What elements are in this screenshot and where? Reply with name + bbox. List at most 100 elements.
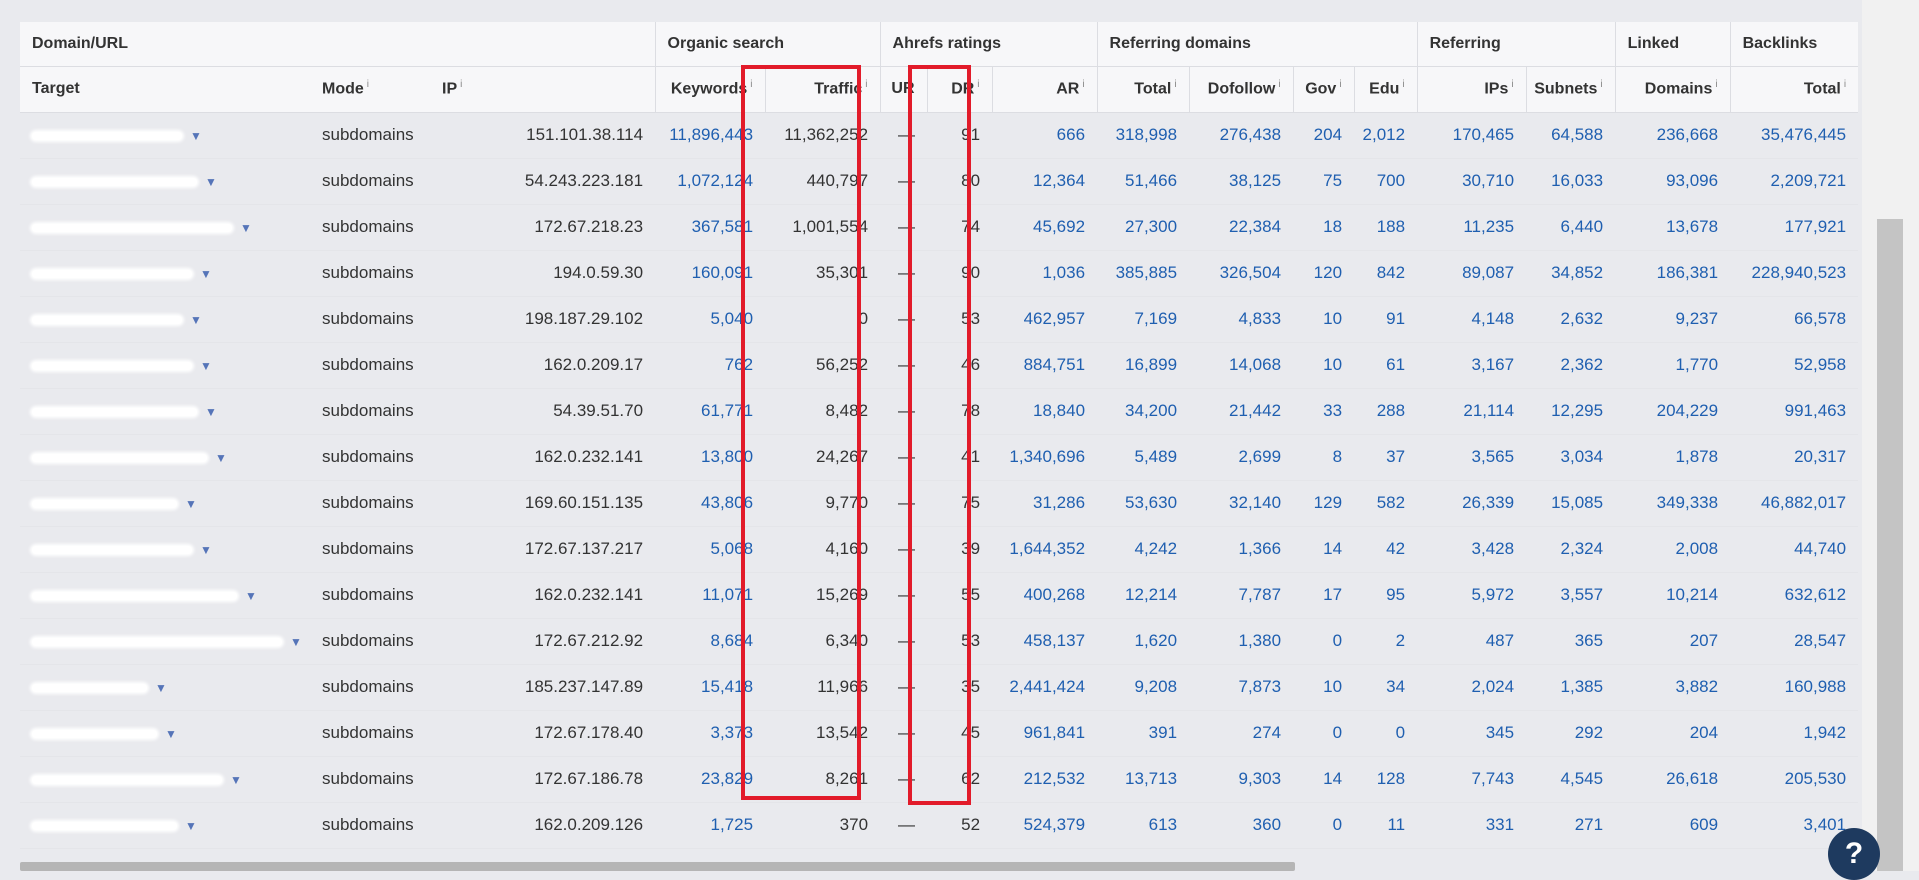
backlinks-cell[interactable]: 160,988 — [1730, 664, 1858, 711]
domains-cell[interactable]: 13,678 — [1615, 204, 1731, 251]
subnets-cell[interactable]: 2,324 — [1526, 526, 1616, 573]
info-icon[interactable]: i — [1082, 79, 1084, 90]
info-icon[interactable]: i — [1174, 79, 1176, 90]
subnets-cell[interactable]: 2,362 — [1526, 342, 1616, 389]
ips-cell[interactable]: 30,710 — [1417, 158, 1527, 205]
target-cell[interactable]: ▼ — [20, 158, 310, 205]
domains-cell[interactable]: 1,770 — [1615, 342, 1731, 389]
col-header-ar[interactable]: AR i — [991, 66, 1098, 113]
target-cell[interactable]: ▼ — [20, 112, 310, 159]
backlinks-cell[interactable]: 1,942 — [1730, 710, 1858, 757]
ar-cell[interactable]: 1,644,352 — [992, 526, 1098, 573]
ar-cell[interactable]: 1,340,696 — [992, 434, 1098, 481]
gov-cell[interactable]: 18 — [1293, 204, 1355, 251]
redacted-target-url[interactable] — [32, 177, 197, 186]
target-cell[interactable]: ▼ — [20, 618, 310, 665]
info-icon[interactable]: i — [1844, 79, 1846, 90]
backlinks-cell[interactable]: 46,882,017 — [1730, 480, 1858, 527]
total-cell[interactable]: 318,998 — [1097, 112, 1190, 159]
keywords-cell[interactable]: 762 — [655, 342, 766, 389]
redacted-target-url[interactable] — [32, 545, 192, 554]
redacted-target-url[interactable] — [32, 683, 147, 692]
dofollow-cell[interactable]: 1,366 — [1189, 526, 1294, 573]
backlinks-cell[interactable]: 28,547 — [1730, 618, 1858, 665]
edu-cell[interactable]: 700 — [1354, 158, 1418, 205]
domains-cell[interactable]: 349,338 — [1615, 480, 1731, 527]
domains-cell[interactable]: 26,618 — [1615, 756, 1731, 803]
keywords-cell[interactable]: 5,040 — [655, 296, 766, 343]
col-header-ur[interactable]: UR — [879, 66, 928, 113]
dofollow-cell[interactable]: 274 — [1189, 710, 1294, 757]
edu-cell[interactable]: 2,012 — [1354, 112, 1418, 159]
keywords-cell[interactable]: 61,771 — [655, 388, 766, 435]
col-header-gov[interactable]: Gov i — [1292, 66, 1355, 113]
backlinks-cell[interactable]: 205,530 — [1730, 756, 1858, 803]
edu-cell[interactable]: 842 — [1354, 250, 1418, 297]
edu-cell[interactable]: 0 — [1354, 710, 1418, 757]
subnets-cell[interactable]: 365 — [1526, 618, 1616, 665]
dropdown-arrow-icon[interactable]: ▼ — [165, 727, 177, 741]
subnets-cell[interactable]: 6,440 — [1526, 204, 1616, 251]
col-header-domains[interactable]: Domains i — [1614, 66, 1731, 113]
dofollow-cell[interactable]: 7,787 — [1189, 572, 1294, 619]
col-header-traffic[interactable]: Traffic i — [764, 66, 881, 113]
total-cell[interactable]: 613 — [1097, 802, 1190, 849]
total-cell[interactable]: 13,713 — [1097, 756, 1190, 803]
ar-cell[interactable]: 1,036 — [992, 250, 1098, 297]
edu-cell[interactable]: 2 — [1354, 618, 1418, 665]
redacted-target-url[interactable] — [32, 453, 207, 462]
info-icon[interactable]: i — [1402, 79, 1404, 90]
redacted-target-url[interactable] — [32, 223, 232, 232]
dofollow-cell[interactable]: 1,380 — [1189, 618, 1294, 665]
col-header-ip[interactable]: IP i — [430, 66, 656, 113]
redacted-target-url[interactable] — [32, 729, 157, 738]
target-cell[interactable]: ▼ — [20, 296, 310, 343]
domains-cell[interactable]: 2,008 — [1615, 526, 1731, 573]
redacted-target-url[interactable] — [32, 499, 177, 508]
gov-cell[interactable]: 33 — [1293, 388, 1355, 435]
dropdown-arrow-icon[interactable]: ▼ — [185, 819, 197, 833]
gov-cell[interactable]: 10 — [1293, 664, 1355, 711]
ips-cell[interactable]: 3,167 — [1417, 342, 1527, 389]
dofollow-cell[interactable]: 276,438 — [1189, 112, 1294, 159]
ips-cell[interactable]: 170,465 — [1417, 112, 1527, 159]
dofollow-cell[interactable]: 9,303 — [1189, 756, 1294, 803]
backlinks-cell[interactable]: 44,740 — [1730, 526, 1858, 573]
redacted-target-url[interactable] — [32, 131, 182, 140]
edu-cell[interactable]: 11 — [1354, 802, 1418, 849]
gov-cell[interactable]: 120 — [1293, 250, 1355, 297]
info-icon[interactable]: i — [977, 79, 979, 90]
subnets-cell[interactable]: 34,852 — [1526, 250, 1616, 297]
edu-cell[interactable]: 95 — [1354, 572, 1418, 619]
redacted-target-url[interactable] — [32, 269, 192, 278]
total-cell[interactable]: 5,489 — [1097, 434, 1190, 481]
info-icon[interactable]: i — [865, 79, 867, 90]
dofollow-cell[interactable]: 4,833 — [1189, 296, 1294, 343]
gov-cell[interactable]: 0 — [1293, 618, 1355, 665]
info-icon[interactable]: i — [1600, 79, 1602, 90]
target-cell[interactable]: ▼ — [20, 342, 310, 389]
edu-cell[interactable]: 188 — [1354, 204, 1418, 251]
col-header-backlinks-total[interactable]: Total i — [1729, 66, 1858, 113]
redacted-target-url[interactable] — [32, 361, 192, 370]
total-cell[interactable]: 12,214 — [1097, 572, 1190, 619]
ips-cell[interactable]: 3,565 — [1417, 434, 1527, 481]
ar-cell[interactable]: 18,840 — [992, 388, 1098, 435]
backlinks-cell[interactable]: 632,612 — [1730, 572, 1858, 619]
domains-cell[interactable]: 1,878 — [1615, 434, 1731, 481]
ips-cell[interactable]: 5,972 — [1417, 572, 1527, 619]
gov-cell[interactable]: 8 — [1293, 434, 1355, 481]
domains-cell[interactable]: 9,237 — [1615, 296, 1731, 343]
target-cell[interactable]: ▼ — [20, 802, 310, 849]
info-icon[interactable]: i — [750, 79, 752, 90]
subnets-cell[interactable]: 292 — [1526, 710, 1616, 757]
edu-cell[interactable]: 91 — [1354, 296, 1418, 343]
subnets-cell[interactable]: 3,034 — [1526, 434, 1616, 481]
total-cell[interactable]: 385,885 — [1097, 250, 1190, 297]
ar-cell[interactable]: 212,532 — [992, 756, 1098, 803]
backlinks-cell[interactable]: 177,921 — [1730, 204, 1858, 251]
total-cell[interactable]: 27,300 — [1097, 204, 1190, 251]
dropdown-arrow-icon[interactable]: ▼ — [215, 451, 227, 465]
domains-cell[interactable]: 204 — [1615, 710, 1731, 757]
ar-cell[interactable]: 884,751 — [992, 342, 1098, 389]
